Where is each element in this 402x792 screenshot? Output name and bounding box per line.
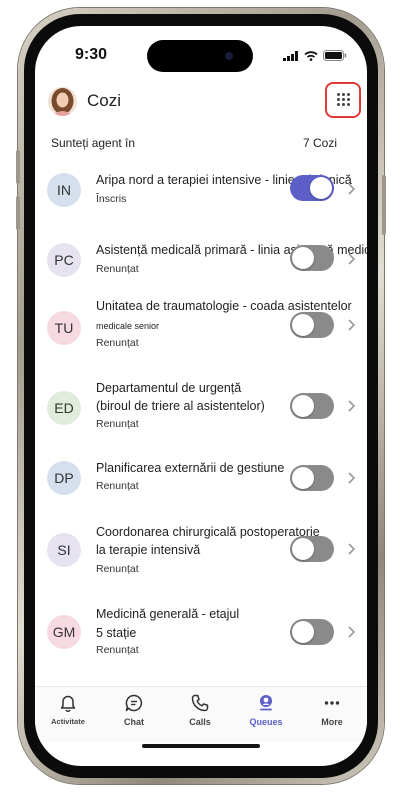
app-header: Cozi	[35, 78, 367, 126]
phone-side-button	[16, 150, 20, 184]
queue-row[interactable]: SI Coordonarea chirurgicală postoperator…	[35, 523, 367, 589]
dialpad-button[interactable]	[325, 82, 361, 118]
queue-toggle[interactable]	[290, 619, 334, 645]
battery-icon	[323, 50, 347, 61]
tab-label: More	[321, 717, 343, 727]
queue-badge: TU	[47, 311, 81, 345]
queue-status: Renunțat	[96, 480, 139, 492]
chevron-right-icon	[348, 400, 356, 412]
queue-row[interactable]: TU Unitatea de traumatologie - coada asi…	[35, 294, 367, 360]
tab-bar: Activitate Chat Calls Queues More	[35, 686, 367, 743]
camera-icon	[225, 52, 233, 60]
queue-badge: DP	[47, 461, 81, 495]
avatar-photo	[48, 87, 77, 116]
queue-title-line2: (biroul de triere al asistentelor)	[96, 399, 265, 413]
queue-status: Renunțat	[96, 337, 139, 349]
wifi-icon	[304, 50, 318, 61]
queue-badge: SI	[47, 533, 81, 567]
phone-icon	[191, 694, 209, 712]
tab-label: Activitate	[51, 717, 85, 726]
queue-badge: ED	[47, 391, 81, 425]
status-bar: 9:30	[35, 26, 367, 78]
queue-title: Coordonarea chirurgicală postoperatorie	[96, 525, 320, 539]
tab-chat[interactable]: Chat	[101, 691, 167, 739]
tab-label: Queues	[249, 717, 283, 727]
queue-toggle[interactable]	[290, 245, 334, 271]
chevron-right-icon	[348, 472, 356, 484]
tab-label: Chat	[124, 717, 144, 727]
tab-label: Calls	[189, 717, 211, 727]
page-title: Cozi	[87, 91, 122, 110]
queue-row[interactable]: IN Aripa nord a terapiei intensive - lin…	[35, 159, 367, 225]
queue-title: Planificarea externării de gestiune	[96, 461, 285, 475]
queues-summary: Sunteți agent în 7 Cozi	[35, 130, 367, 154]
phone-side-button	[16, 196, 20, 230]
queue-toggle[interactable]	[290, 465, 334, 491]
phone-screen: 9:30 Cozi Sunteți agent în 7 Cozi IN Ari…	[35, 26, 367, 766]
queue-row[interactable]: PC Asistență medicală primară - linia as…	[35, 229, 367, 295]
queue-toggle[interactable]	[290, 312, 334, 338]
queue-row[interactable]: ED Departamentul de urgență (biroul de t…	[35, 376, 367, 442]
bell-icon	[60, 695, 76, 712]
chevron-right-icon	[348, 183, 356, 195]
tab-calls[interactable]: Calls	[167, 691, 233, 739]
chat-icon	[125, 694, 143, 712]
home-indicator	[142, 744, 260, 748]
queue-status: Renunțat	[96, 418, 139, 430]
signal-icon	[283, 50, 298, 61]
chevron-right-icon	[348, 543, 356, 555]
queue-title-line2: la terapie intensivă	[96, 543, 201, 557]
dialpad-icon	[337, 93, 350, 106]
status-time: 9:30	[75, 46, 108, 63]
queue-count: 7 Cozi	[302, 136, 337, 150]
chevron-right-icon	[348, 253, 356, 265]
queue-badge: GM	[47, 615, 81, 649]
queue-title-continued: medicale senior	[96, 321, 160, 331]
avatar[interactable]	[48, 87, 77, 116]
queue-toggle[interactable]	[290, 175, 334, 201]
tab-queues[interactable]: Queues	[233, 691, 299, 739]
queue-row[interactable]: GM Medicină generală - etajul 5 stație R…	[35, 604, 367, 670]
queue-status: Renunțat	[96, 644, 139, 656]
queue-badge: PC	[47, 243, 81, 277]
queue-title-line2: 5 stație	[96, 626, 137, 640]
queue-toggle[interactable]	[290, 393, 334, 419]
queues-icon	[260, 695, 272, 711]
queue-row[interactable]: DP Planificarea externării de gestiune R…	[35, 456, 367, 522]
agent-label: Sunteți agent în	[51, 136, 136, 150]
chevron-right-icon	[348, 626, 356, 638]
queue-status: Renunțat	[96, 563, 139, 575]
queue-toggle[interactable]	[290, 536, 334, 562]
tab-more[interactable]: More	[299, 691, 365, 739]
more-icon	[324, 701, 340, 705]
queue-status: Înscris	[96, 193, 127, 205]
queue-badge: IN	[47, 173, 81, 207]
dynamic-island	[147, 40, 253, 72]
chevron-right-icon	[348, 319, 356, 331]
phone-side-button	[382, 175, 386, 235]
queue-title: Departamentul de urgență	[96, 381, 242, 395]
queue-status: Renunțat	[96, 263, 139, 275]
queue-title: Medicină generală - etajul	[96, 607, 240, 621]
status-icons	[283, 50, 347, 61]
tab-activity[interactable]: Activitate	[35, 691, 101, 739]
